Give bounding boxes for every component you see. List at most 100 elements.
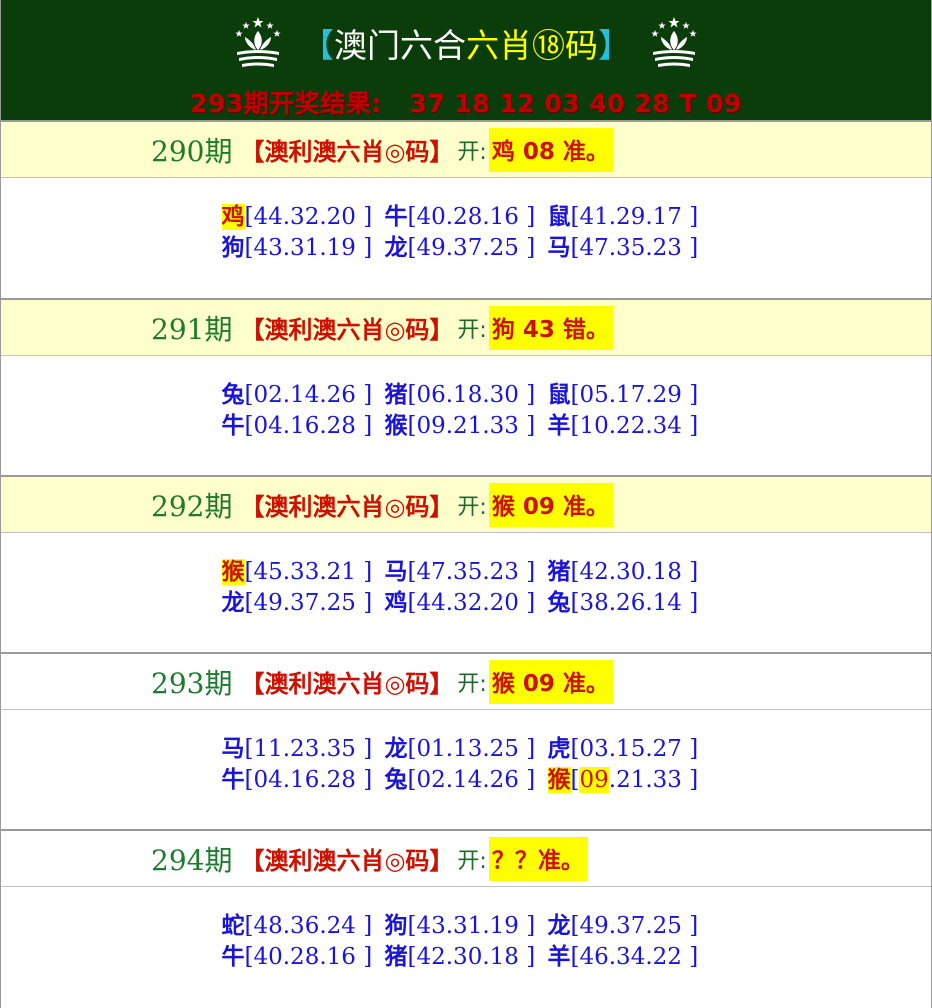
open-result: 鸡 08 准。 bbox=[488, 127, 613, 172]
zodiac-numbers: 49.37.25 bbox=[416, 235, 519, 261]
zodiac-numbers: 38.26.14 bbox=[579, 590, 682, 616]
zodiac-sign: 猴 bbox=[384, 413, 408, 439]
zodiac-sign: 羊 bbox=[547, 413, 571, 439]
zodiac-sign: 龙 bbox=[221, 590, 245, 616]
zodiac-entry: 马[47.35.23 ] bbox=[548, 233, 711, 264]
zodiac-entry: 鼠[41.29.17 ] bbox=[548, 202, 711, 233]
zodiac-entry: 牛[40.28.16 ] bbox=[222, 942, 385, 973]
section-tag: 【澳利澳六肖◎码】 bbox=[240, 847, 454, 875]
zodiac-sign: 狗 bbox=[221, 235, 245, 261]
period-section: 294期 【澳利澳六肖◎码】 开: ？？准。蛇[48.36.24 ] 狗[43.31.1… bbox=[1, 829, 931, 1006]
page: 【澳门六合六肖⑱码】 293期开奖结果: 37 18 12 03 40 28 T… bbox=[0, 0, 932, 1008]
zodiac-row: 兔[02.14.26 ] 猪[06.18.30 ] 鼠[05.17.29 ] bbox=[1, 380, 931, 411]
zodiac-entry: 猴[09.21.33 ] bbox=[547, 765, 711, 796]
bracket-close: ] bbox=[681, 944, 699, 970]
period-label: 293期 bbox=[151, 666, 233, 700]
zodiac-numbers: 06.18.30 bbox=[416, 382, 519, 408]
zodiac-row: 龙[49.37.25 ] 鸡[44.32.20 ] 兔[38.26.14 ] bbox=[1, 588, 931, 619]
open-result: ？？准。 bbox=[488, 836, 588, 881]
zodiac-numbers: 49.37.25 bbox=[253, 590, 356, 616]
zodiac-numbers: 11.23.35 bbox=[253, 736, 356, 762]
zodiac-grid: 蛇[48.36.24 ] 狗[43.31.19 ] 龙[49.37.25 ] 牛[40… bbox=[1, 887, 931, 973]
zodiac-sign: 猪 bbox=[547, 559, 571, 585]
zodiac-grid: 兔[02.14.26 ] 猪[06.18.30 ] 鼠[05.17.29 ] 牛[04… bbox=[1, 356, 931, 442]
zodiac-numbers: 04.16.28 bbox=[253, 413, 356, 439]
zodiac-entry: 虎[03.15.27 ] bbox=[548, 734, 711, 765]
zodiac-numbers: 01.13.25 bbox=[416, 736, 519, 762]
zodiac-numbers: 43.31.19 bbox=[416, 913, 519, 939]
zodiac-entry: 蛇[48.36.24 ] bbox=[222, 911, 385, 942]
open-label: 开: bbox=[457, 671, 487, 697]
zodiac-entry: 兔[02.14.26 ] bbox=[222, 380, 385, 411]
zodiac-sign: 马 bbox=[547, 235, 571, 261]
zodiac-numbers: 41.29.17 bbox=[579, 204, 682, 230]
bracket-close: ] bbox=[355, 913, 373, 939]
zodiac-grid: 鸡[44.32.20 ] 牛[40.28.16 ] 鼠[41.29.17 ] 狗[43… bbox=[1, 178, 931, 264]
bracket-close: ] bbox=[518, 559, 536, 585]
period-section: 291期 【澳利澳六肖◎码】 开: 狗 43 错。兔[02.14.26 ] 猪[06.1… bbox=[1, 298, 931, 475]
lotus-emblem-icon bbox=[651, 17, 697, 67]
section-header: 290期 【澳利澳六肖◎码】 开: 鸡 08 准。 bbox=[1, 120, 931, 178]
zodiac-sign: 鼠 bbox=[547, 382, 571, 408]
bracket-close: ] bbox=[518, 590, 536, 616]
period-section: 290期 【澳利澳六肖◎码】 开: 鸡 08 准。 鸡[44.32.20 ] 牛[40.2… bbox=[1, 120, 931, 298]
open-label: 开: bbox=[457, 494, 487, 520]
open-result: 狗 43 错。 bbox=[488, 305, 613, 350]
result-numbers: 37 18 12 03 40 28 T 09 bbox=[409, 89, 742, 118]
period-section: 292期 【澳利澳六肖◎码】 开: 猴 09 准。 猴[45.33.21 ] 马[47.3… bbox=[1, 475, 931, 652]
zodiac-sign: 狗 bbox=[384, 913, 408, 939]
zodiac-numbers: 05.17.29 bbox=[579, 382, 682, 408]
page-title: 【澳门六合六肖⑱码】 bbox=[301, 26, 631, 65]
open-result: 猴 09 准。 bbox=[488, 659, 613, 704]
zodiac-sign: 蛇 bbox=[221, 913, 245, 939]
zodiac-numbers: 42.30.18 bbox=[579, 559, 682, 585]
zodiac-sign: 牛 bbox=[221, 767, 245, 793]
zodiac-entry: 猪[06.18.30 ] bbox=[385, 380, 548, 411]
prediction-sections: 290期 【澳利澳六肖◎码】 开: 鸡 08 准。鸡[44.32.20 ] 牛[40.2… bbox=[1, 120, 931, 1006]
zodiac-row: 牛[40.28.16 ] 猪[42.30.18 ] 羊[46.34.22 ] bbox=[1, 942, 931, 973]
bracket-close: ] bbox=[518, 736, 536, 762]
zodiac-entry: 兔[38.26.14 ] bbox=[548, 588, 711, 619]
zodiac-numbers: 44.32.20 bbox=[416, 590, 519, 616]
period-section: 293期 【澳利澳六肖◎码】 开: 猴 09 准。 马[11.23.35 ] 龙[01.1… bbox=[1, 652, 931, 829]
zodiac-sign: 牛 bbox=[221, 413, 245, 439]
zodiac-numbers: 02.14.26 bbox=[416, 767, 519, 793]
zodiac-sign: 猴 bbox=[547, 767, 571, 793]
bracket-close: ] bbox=[355, 413, 373, 439]
section-header: 294期 【澳利澳六肖◎码】 开: ？？准。 bbox=[1, 829, 931, 887]
bracket-close: ] bbox=[355, 944, 373, 970]
open-label: 开: bbox=[457, 848, 487, 874]
bracket-close: ] bbox=[355, 736, 373, 762]
zodiac-sign: 猪 bbox=[384, 944, 408, 970]
bracket-close: ] bbox=[518, 413, 536, 439]
section-header: 292期 【澳利澳六肖◎码】 开: 猴 09 准。 bbox=[1, 475, 931, 533]
zodiac-entry: 狗[43.31.19 ] bbox=[385, 911, 548, 942]
period-label: 294期 bbox=[151, 843, 233, 877]
period-label: 291期 bbox=[151, 312, 233, 346]
zodiac-sign: 兔 bbox=[384, 767, 408, 793]
bracket-close: ] bbox=[518, 913, 536, 939]
section-tag: 【澳利澳六肖◎码】 bbox=[240, 138, 454, 166]
title-row: 【澳门六合六肖⑱码】 bbox=[1, 6, 931, 80]
bracket-close: ] bbox=[518, 235, 536, 261]
section-tag: 【澳利澳六肖◎码】 bbox=[240, 316, 454, 344]
bracket-close: ] bbox=[355, 382, 373, 408]
zodiac-sign: 鸡 bbox=[221, 204, 245, 230]
zodiac-numbers: 44.32.20 bbox=[253, 204, 356, 230]
bracket-close: ] bbox=[518, 204, 536, 230]
zodiac-entry: 猴[09.21.33 ] bbox=[385, 411, 548, 442]
zodiac-row: 牛[04.16.28 ] 兔[02.14.26 ] 猴[09.21.33 ] bbox=[1, 765, 931, 796]
zodiac-entry: 鼠[05.17.29 ] bbox=[548, 380, 711, 411]
zodiac-row: 牛[04.16.28 ] 猴[09.21.33 ] 羊[10.22.34 ] bbox=[1, 411, 931, 442]
open-label: 开: bbox=[457, 317, 487, 343]
bracket-close: ] bbox=[681, 767, 699, 793]
zodiac-entry: 马[11.23.35 ] bbox=[222, 734, 385, 765]
zodiac-sign: 牛 bbox=[221, 944, 245, 970]
zodiac-entry: 牛[40.28.16 ] bbox=[385, 202, 548, 233]
zodiac-row: 狗[43.31.19 ] 龙[49.37.25 ] 马[47.35.23 ] bbox=[1, 233, 931, 264]
zodiac-sign: 羊 bbox=[547, 944, 571, 970]
zodiac-entry: 鸡[44.32.20 ] bbox=[385, 588, 548, 619]
zodiac-numbers: 46.34.22 bbox=[579, 944, 682, 970]
bracket-close: ] bbox=[355, 590, 373, 616]
bracket-close: ] bbox=[355, 767, 373, 793]
